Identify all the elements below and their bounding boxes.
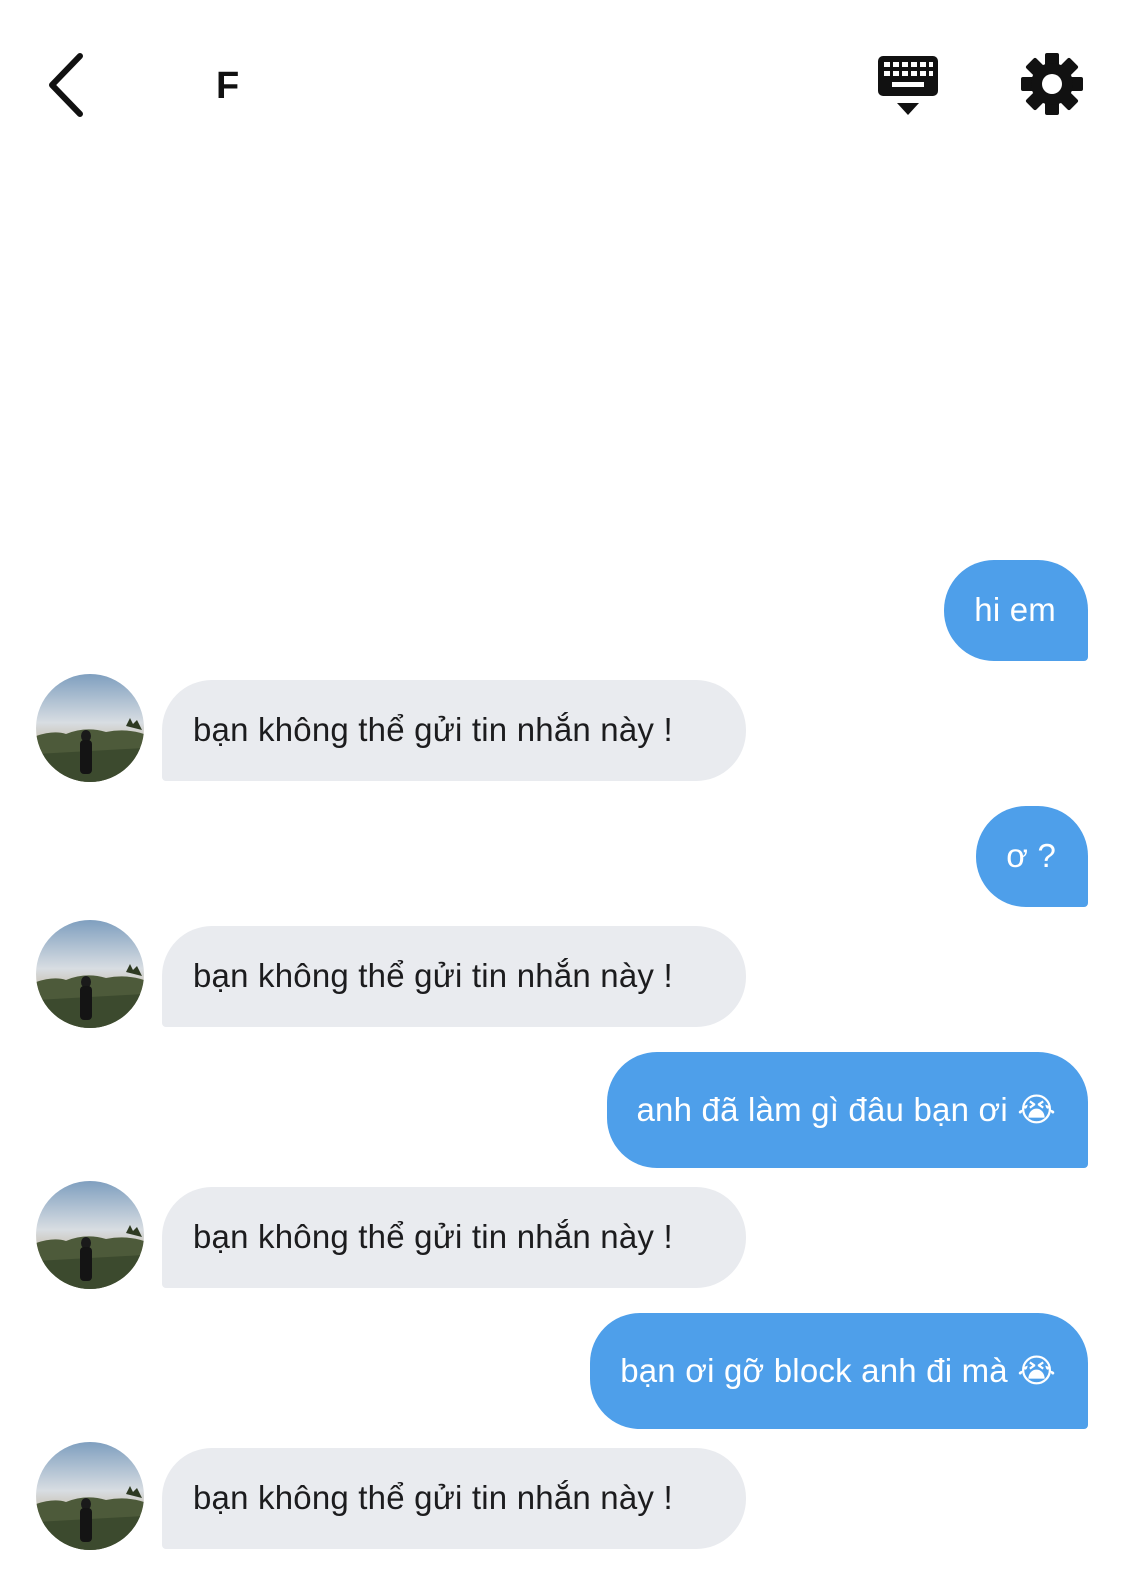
chevron-left-icon xyxy=(49,53,83,117)
avatar-photo xyxy=(36,1181,144,1289)
contact-avatar[interactable] xyxy=(36,1442,144,1550)
keyboard-toggle-button[interactable] xyxy=(874,52,942,120)
avatar-photo xyxy=(36,674,144,782)
outgoing-message-bubble[interactable]: anh đã làm gì đâu bạn ơi 😭 xyxy=(606,1052,1088,1168)
incoming-message-bubble[interactable]: bạn không thể gửi tin nhắn này ! xyxy=(162,926,746,1027)
outgoing-message-bubble[interactable]: ơ ? xyxy=(976,806,1088,907)
avatar-photo xyxy=(36,1442,144,1550)
gear-icon xyxy=(1021,53,1083,115)
incoming-message-bubble[interactable]: bạn không thể gửi tin nhắn này ! xyxy=(162,680,746,781)
incoming-message-bubble[interactable]: bạn không thể gửi tin nhắn này ! xyxy=(162,1448,746,1549)
chat-title: F xyxy=(216,65,240,107)
outgoing-message-bubble[interactable]: bạn ơi gỡ block anh đi mà 😭 xyxy=(590,1313,1088,1429)
avatar-photo xyxy=(36,920,144,1028)
back-button[interactable] xyxy=(40,50,96,120)
contact-avatar[interactable] xyxy=(36,920,144,1028)
incoming-message-bubble[interactable]: bạn không thể gửi tin nhắn này ! xyxy=(162,1187,746,1288)
keyboard-hide-icon xyxy=(878,56,938,115)
settings-button[interactable] xyxy=(1018,50,1086,118)
outgoing-message-bubble[interactable]: hi em xyxy=(944,560,1088,661)
contact-avatar[interactable] xyxy=(36,674,144,782)
chat-header: F xyxy=(0,0,1125,170)
contact-avatar[interactable] xyxy=(36,1181,144,1289)
